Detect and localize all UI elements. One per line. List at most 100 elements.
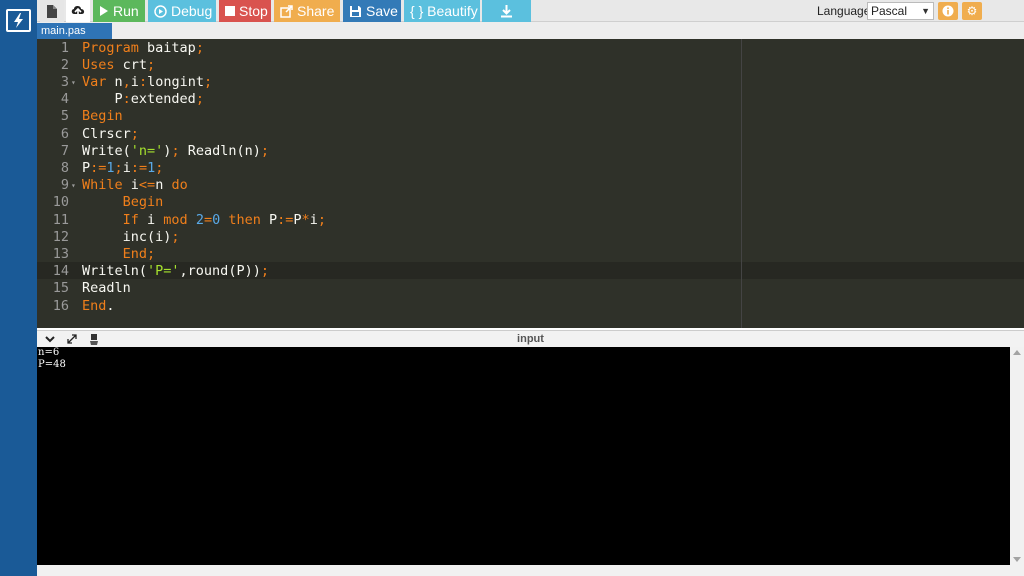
line-number: 10 xyxy=(52,194,69,211)
code-token: Uses xyxy=(82,56,123,73)
code-token: While xyxy=(82,177,131,194)
code-line[interactable]: 4 P:extended; xyxy=(37,91,1024,108)
line-number: 5 xyxy=(60,108,69,125)
fold-toggle-icon[interactable]: ▾ xyxy=(71,177,76,194)
code-token: := xyxy=(90,159,107,176)
code-line[interactable]: 16 End. xyxy=(37,298,1024,315)
code-line[interactable]: 9 ▾ While i<=n do xyxy=(37,177,1024,194)
play-icon xyxy=(99,5,109,17)
stop-icon xyxy=(225,6,235,16)
fold-toggle-icon[interactable]: ▾ xyxy=(71,74,76,91)
code-text: Begin xyxy=(82,194,164,211)
code-line[interactable]: 6 Clrscr; xyxy=(37,126,1024,143)
code-line[interactable]: 1 Program baitap; xyxy=(37,40,1024,57)
code-token: 0 xyxy=(212,211,229,228)
code-line[interactable]: 10 Begin xyxy=(37,194,1024,211)
share-button[interactable]: Share xyxy=(274,0,340,22)
settings-button[interactable]: ⚙ xyxy=(962,2,982,20)
horizontal-scrollbar[interactable] xyxy=(37,565,1024,576)
code-token: n xyxy=(114,73,123,90)
code-token: 2 xyxy=(195,211,204,228)
code-token: If xyxy=(82,211,148,228)
stop-button[interactable]: Stop xyxy=(219,0,271,22)
code-token: : xyxy=(138,73,148,90)
share-icon xyxy=(280,4,293,18)
save-button[interactable]: Save xyxy=(343,0,401,22)
line-number: 16 xyxy=(52,297,69,314)
code-token: Readln(n) xyxy=(179,142,261,159)
code-line[interactable]: 13 End; xyxy=(37,246,1024,263)
code-line[interactable]: 3 ▾ Var n,i:longint; xyxy=(37,74,1024,91)
line-number: 13 xyxy=(52,245,69,262)
code-token: * xyxy=(301,211,310,228)
file-tab-bar: main.pas xyxy=(37,22,1024,39)
code-line[interactable]: 11 If i mod 2=0 then P:=P*i; xyxy=(37,212,1024,229)
scroll-up-icon[interactable] xyxy=(1013,350,1021,355)
code-line[interactable]: 8 P:=1;i:=1; xyxy=(37,160,1024,177)
debug-button[interactable]: Debug xyxy=(148,0,216,22)
bolt-icon[interactable] xyxy=(6,9,31,32)
code-text: P:=1;i:=1; xyxy=(82,160,163,177)
tab-main-pas[interactable]: main.pas xyxy=(37,23,112,39)
code-text: inc(i); xyxy=(82,229,180,246)
upload-button[interactable] xyxy=(66,0,90,22)
download-button[interactable] xyxy=(482,0,531,22)
code-token: ; xyxy=(114,159,123,176)
output-title: input xyxy=(517,333,544,345)
code-token: 'P=' xyxy=(147,263,180,280)
code-token: ; xyxy=(155,159,164,176)
code-line[interactable]: 12 inc(i); xyxy=(37,229,1024,246)
code-text: Clrscr; xyxy=(82,126,139,143)
beautify-button[interactable]: { } Beautify xyxy=(404,0,480,22)
line-number: 3 xyxy=(60,73,69,90)
debug-icon xyxy=(154,4,167,18)
code-token: i xyxy=(130,73,139,90)
online-compiler-window: Run Debug Stop Share Save {} Beautify L… xyxy=(0,0,1024,576)
code-token: ; xyxy=(171,142,180,159)
code-token: 1 xyxy=(106,159,115,176)
console-scrollbar[interactable] xyxy=(1010,347,1024,565)
new-file-button[interactable] xyxy=(40,0,64,22)
share-label: Share xyxy=(297,3,335,19)
language-select[interactable]: Pascal ▼ xyxy=(867,2,934,20)
code-line[interactable]: 7 Write('n='); Readln(n); xyxy=(37,143,1024,160)
code-line[interactable]: 2 Uses crt; xyxy=(37,57,1024,74)
code-token: baitap xyxy=(147,39,196,56)
code-token: ; xyxy=(203,73,213,90)
code-line[interactable]: 14 Writeln('P=',round(P)); xyxy=(37,263,1024,280)
code-token: i xyxy=(147,211,164,228)
code-text: Readln xyxy=(82,280,131,297)
code-line[interactable]: 15 Readln xyxy=(37,280,1024,297)
code-token: Begin xyxy=(82,194,164,211)
code-token: Readln xyxy=(82,280,131,297)
run-button[interactable]: Run xyxy=(93,0,145,22)
line-number: 1 xyxy=(60,39,69,56)
tab-label: main.pas xyxy=(41,25,86,37)
code-token: Begin xyxy=(82,108,123,125)
code-token: ; xyxy=(260,142,269,159)
scroll-down-icon[interactable] xyxy=(1013,557,1021,562)
code-token: ,round(P)) xyxy=(179,263,261,280)
code-token: <= xyxy=(138,177,156,194)
toolbar: Run Debug Stop Share Save {} Beautify L… xyxy=(37,0,1024,22)
code-token: do xyxy=(171,177,188,194)
code-line[interactable]: 5 Begin xyxy=(37,108,1024,125)
code-token: Program xyxy=(82,39,148,56)
code-token: 'n=' xyxy=(130,142,164,159)
code-text: While i<=n do xyxy=(82,177,188,194)
line-number: 2 xyxy=(60,56,69,73)
code-text: End; xyxy=(82,246,156,263)
code-editor[interactable]: 1 Program baitap; 2 Uses crt; 3 ▾ Var n,i:long… xyxy=(37,39,1024,328)
code-token: ; xyxy=(317,211,326,228)
info-button[interactable] xyxy=(938,2,958,20)
file-icon xyxy=(46,4,58,19)
code-token: mod xyxy=(163,211,196,228)
code-token: Write( xyxy=(82,142,131,159)
info-icon xyxy=(942,5,954,20)
code-text: Write('n='); Readln(n); xyxy=(82,143,269,160)
code-token: P xyxy=(82,91,123,108)
beautify-label: { } Beautify xyxy=(410,3,478,19)
line-number: 11 xyxy=(52,211,69,228)
code-token: P xyxy=(293,211,302,228)
console-output[interactable]: n=6 P=48 xyxy=(37,347,1010,565)
